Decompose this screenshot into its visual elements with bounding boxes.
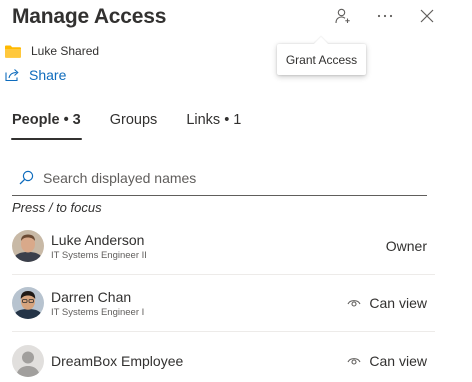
eye-icon xyxy=(347,300,361,307)
search-icon xyxy=(19,170,41,185)
tab-groups[interactable]: Groups xyxy=(110,112,158,140)
close-icon xyxy=(420,9,434,23)
search-placeholder: Search displayed names xyxy=(43,169,197,186)
permission-label: Owner xyxy=(386,238,427,254)
person-name: Luke Anderson xyxy=(51,231,145,248)
person-name: Darren Chan xyxy=(51,288,132,305)
share-label: Share xyxy=(29,67,67,83)
more-options-button[interactable] xyxy=(368,4,402,28)
page-title: Manage Access xyxy=(12,5,167,28)
list-item[interactable]: DreamBox Employee Can view xyxy=(12,332,435,382)
avatar xyxy=(12,344,44,377)
eye-icon xyxy=(347,357,361,365)
avatar xyxy=(12,287,44,319)
list-item[interactable]: Darren Chan IT Systems Engineer I Can vi… xyxy=(12,275,435,332)
person-name: DreamBox Employee xyxy=(51,352,184,369)
more-icon xyxy=(377,14,393,18)
person-title: IT Systems Engineer II xyxy=(51,249,147,261)
permission-text: Can view xyxy=(369,352,427,369)
close-button[interactable] xyxy=(410,4,444,28)
search-hint: Press / to focus xyxy=(12,200,102,215)
search-input[interactable]: Search displayed names xyxy=(12,160,427,196)
people-list: Luke Anderson IT Systems Engineer II Own… xyxy=(12,218,435,382)
avatar xyxy=(12,230,44,262)
share-link[interactable]: Share xyxy=(5,67,66,83)
person-add-icon xyxy=(335,8,350,24)
folder-icon xyxy=(5,45,21,58)
permission-dropdown[interactable]: Can view xyxy=(347,295,427,311)
tab-people[interactable]: People • 3 xyxy=(11,112,82,140)
permission-dropdown[interactable]: Can view xyxy=(347,353,427,369)
list-item[interactable]: Luke Anderson IT Systems Engineer II Own… xyxy=(12,218,435,275)
permission-text: Owner xyxy=(385,238,427,254)
tab-links[interactable]: Links • 1 xyxy=(186,112,241,140)
header-actions xyxy=(326,4,444,28)
permission-text: Can view xyxy=(369,295,427,311)
folder-name: Luke Shared xyxy=(31,44,100,58)
grant-access-tooltip: Grant Access xyxy=(277,44,366,75)
grant-access-button[interactable] xyxy=(326,4,360,28)
access-tabs: People • 3 Groups Links • 1 xyxy=(11,112,241,140)
folder-item: Luke Shared xyxy=(5,44,99,58)
share-icon xyxy=(5,69,19,82)
person-title: IT Systems Engineer I xyxy=(51,306,145,318)
